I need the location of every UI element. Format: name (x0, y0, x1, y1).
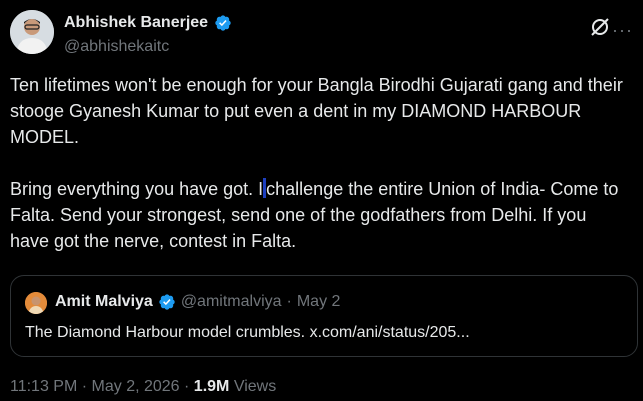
verified-badge-icon[interactable] (214, 14, 232, 32)
quoted-author-name[interactable]: Amit Malviya (55, 293, 153, 311)
quoted-verified-badge-icon[interactable] (158, 293, 176, 311)
quoted-tweet-text: The Diamond Harbour model crumbles. x.co… (25, 324, 470, 341)
author-name[interactable]: Abhishek Banerjee (64, 14, 208, 32)
tweet-text: Ten lifetimes won't be enough for your B… (10, 72, 630, 254)
author-avatar[interactable] (10, 10, 54, 54)
tweet-header: Abhishek Banerjee @abhishekaitc ··· (10, 10, 633, 60)
quoted-date[interactable]: May 2 (297, 293, 341, 311)
tweet-meta: 11:13 PM · May 2, 2026 · 1.9M Views (10, 378, 276, 396)
tweet-paragraph-2-part-a: Bring everything you have got. I (10, 179, 264, 199)
grok-icon[interactable] (589, 16, 611, 38)
views-label: Views (233, 378, 277, 395)
author-handle[interactable]: @abhishekaitc (64, 38, 169, 56)
tweet-paragraph-1: Ten lifetimes won't be enough for your B… (10, 75, 623, 147)
more-options-icon[interactable]: ··· (612, 20, 633, 41)
tweet-paragraph-2: Bring everything you have got. Ichalleng… (10, 176, 630, 254)
quoted-separator: · (286, 293, 292, 310)
views-count: 1.9M (193, 378, 230, 395)
quoted-tweet-card[interactable]: Amit Malviya @amitmalviya · May 2 The Di… (10, 275, 638, 357)
tweet-timestamp[interactable]: 11:13 PM · May 2, 2026 · (10, 378, 189, 395)
quoted-author-avatar[interactable] (25, 292, 47, 314)
quoted-author-handle[interactable]: @amitmalviya (181, 293, 282, 311)
